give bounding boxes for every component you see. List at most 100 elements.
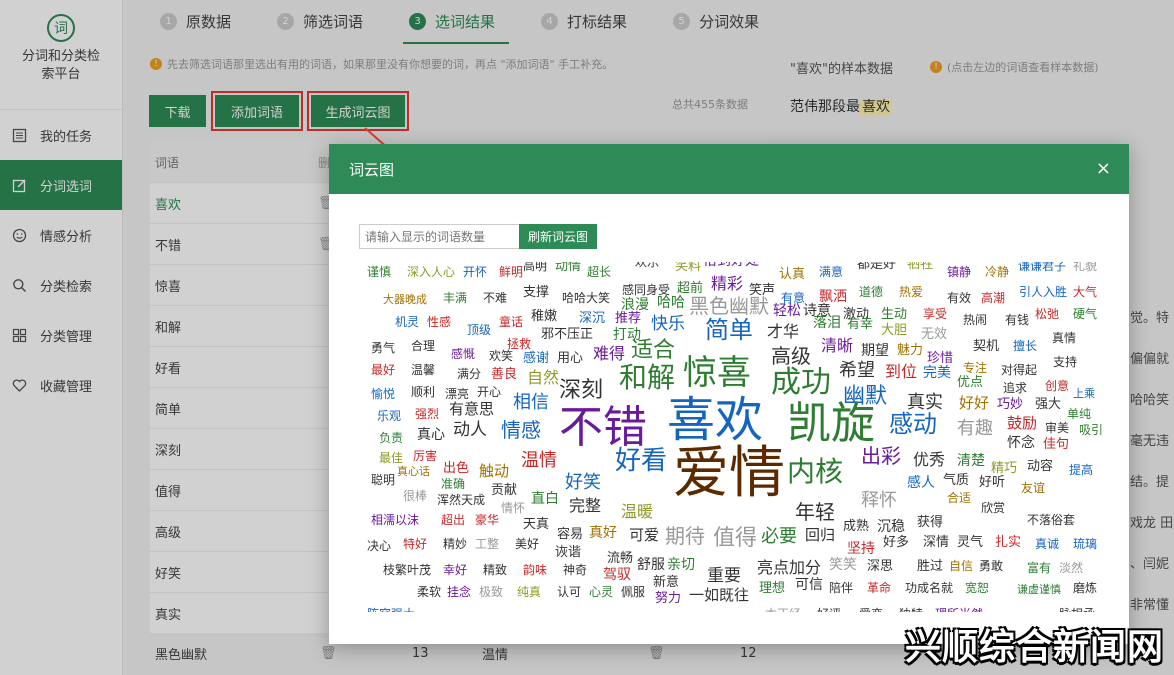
wordcloud-word: 情怀 <box>501 501 526 515</box>
wordcloud-word: 胜过 <box>917 559 944 574</box>
wordcloud-word: 真心话 <box>397 465 430 478</box>
wordcloud-word: 满分 <box>457 367 482 381</box>
wordcloud-word: 沉稳 <box>877 519 905 535</box>
wordcloud-word: 新意 <box>653 575 680 590</box>
wordcloud-word: 认真 <box>779 267 806 282</box>
wordcloud-word: 陪伴 <box>829 581 854 595</box>
wordcloud-word: 友谊 <box>1021 481 1046 495</box>
wordcloud-word: 高明 <box>523 262 548 273</box>
wordcloud-word: 童话 <box>499 315 524 329</box>
wordcloud-word: 强大 <box>1035 397 1062 412</box>
wordcloud-word: 相信 <box>513 392 549 413</box>
wordcloud-word: 精彩 <box>711 274 744 293</box>
wordcloud-word: 最佳 <box>379 451 404 465</box>
wordcloud-word: 天真 <box>523 517 550 532</box>
wordcloud-word: 韵味 <box>523 563 548 577</box>
wordcloud-word: 一如既往 <box>689 586 750 604</box>
wordcloud-word: 谦谦君子 <box>1018 262 1067 273</box>
wordcloud-word: 上乘 <box>1073 387 1095 400</box>
wordcloud-word: 精巧 <box>991 461 1018 476</box>
wordcloud-word: 负责 <box>379 431 404 445</box>
wordcloud-word: 阵容强大 <box>367 608 415 612</box>
wordcloud-word: 鼓励 <box>1007 414 1038 432</box>
wordcloud-word: 获得 <box>917 515 944 530</box>
wordcloud-word: 优秀 <box>913 450 946 469</box>
wordcloud-word: 开心 <box>477 385 502 399</box>
modal-title: 词云图 <box>349 160 395 179</box>
word-count-input[interactable] <box>359 224 521 249</box>
wordcloud-word: 勇气 <box>371 341 396 355</box>
wordcloud-word: 工整 <box>475 537 500 551</box>
wordcloud-word: 感动 <box>889 410 937 438</box>
wordcloud-word: 好看 <box>615 446 668 476</box>
wordcloud-word: 自信 <box>949 559 974 573</box>
wordcloud-word: 创意 <box>1045 379 1070 393</box>
wordcloud-word: 大胆 <box>881 323 908 338</box>
wordcloud-word: 亲切 <box>667 557 695 573</box>
wordcloud-word: 有效 <box>947 291 972 305</box>
wordcloud-word: 可信 <box>795 577 823 593</box>
wordcloud-word: 轻松 <box>773 303 801 319</box>
wordcloud-word: 挂念 <box>447 585 472 599</box>
wordcloud-word: 感谢 <box>523 351 550 366</box>
wordcloud-word: 好评 <box>817 608 841 612</box>
refresh-wordcloud-button[interactable]: 刷新词云图 <box>519 224 597 249</box>
wordcloud-word: 磨炼 <box>1073 581 1098 595</box>
wordcloud-word: 年轻 <box>795 500 835 524</box>
wordcloud-word: 漂亮 <box>445 387 470 401</box>
wordcloud-word: 满意 <box>819 265 844 279</box>
wordcloud-word: 黑色幽默 <box>689 294 769 318</box>
wordcloud-word: 出彩 <box>861 444 901 468</box>
wordcloud-word: 真诚 <box>1035 537 1060 551</box>
wordcloud-word: 哈哈大笑 <box>562 291 611 305</box>
wordcloud-word: 坚持 <box>847 541 875 557</box>
wordcloud-word: 相濡以沫 <box>371 513 420 527</box>
wordcloud-word: 追求 <box>1003 381 1028 395</box>
wordcloud-word: 必要 <box>761 526 797 547</box>
wordcloud-word: 成熟 <box>843 519 870 534</box>
wordcloud-modal: 词云图 × 刷新词云图 谨慎 深入人心开怀鲜明高明动情超长 欢乐 笑料恰到好处认真满意… <box>329 144 1129 644</box>
wordcloud-word: 革命 <box>867 581 892 595</box>
wordcloud-word: 吸引 <box>1079 423 1103 437</box>
wordcloud-word: 引人入胜 <box>1019 285 1068 299</box>
wordcloud-word: 专注 <box>963 361 988 375</box>
close-icon[interactable]: × <box>1096 158 1111 179</box>
wordcloud-word: 高潮 <box>981 291 1006 305</box>
wordcloud-word: 性感 <box>427 315 452 329</box>
wordcloud-word: 功成名就 <box>905 581 954 595</box>
wordcloud-word: 松弛 <box>1035 307 1060 321</box>
wordcloud-word: 爱恋 <box>859 608 883 612</box>
wordcloud-word: 开怀 <box>463 265 488 279</box>
wordcloud-word: 温情 <box>521 450 557 471</box>
wordcloud-word: 情感 <box>501 418 541 442</box>
wordcloud-word: 极致 <box>479 585 504 599</box>
wordcloud-word: 富有 <box>1027 561 1052 575</box>
wordcloud-word: 好好 <box>959 394 990 412</box>
wordcloud-word: 舒服 <box>637 557 665 573</box>
wordcloud-word: 爱情 <box>673 441 785 506</box>
wordcloud-word: 善良 <box>491 367 518 382</box>
wordcloud-word: 到位 <box>885 362 918 381</box>
wordcloud-word: 清晰 <box>821 336 854 355</box>
wordcloud-word: 凯旋 <box>787 398 875 449</box>
wordcloud-word: 驾驭 <box>603 567 631 583</box>
wordcloud-word: 厉害 <box>413 449 438 463</box>
wordcloud-word: 擅长 <box>1013 339 1038 353</box>
wordcloud-word: 佳句 <box>1043 437 1070 452</box>
wordcloud-word: 认可 <box>557 585 582 599</box>
wordcloud-word: 聪明 <box>371 473 396 487</box>
wordcloud-word: 飘洒 <box>819 289 847 305</box>
wordcloud-word: 深情 <box>923 535 950 550</box>
wordcloud-word: 硬气 <box>1073 307 1098 321</box>
wordcloud-word: 超出 <box>441 513 466 527</box>
wordcloud-word: 浑然天成 <box>437 493 486 507</box>
wordcloud-word: 感慨 <box>451 347 476 361</box>
wordcloud-word: 喜欢 <box>667 392 764 448</box>
wordcloud-word: 内核 <box>787 455 844 488</box>
wordcloud-word: 独特 <box>899 608 923 612</box>
wordcloud-word: 希望 <box>839 360 875 381</box>
wordcloud-word: 直白 <box>531 491 559 507</box>
wordcloud-word: 加分 <box>789 558 822 577</box>
wordcloud-word: 难得 <box>593 344 626 363</box>
wordcloud-word: 不落俗套 <box>1027 513 1076 527</box>
